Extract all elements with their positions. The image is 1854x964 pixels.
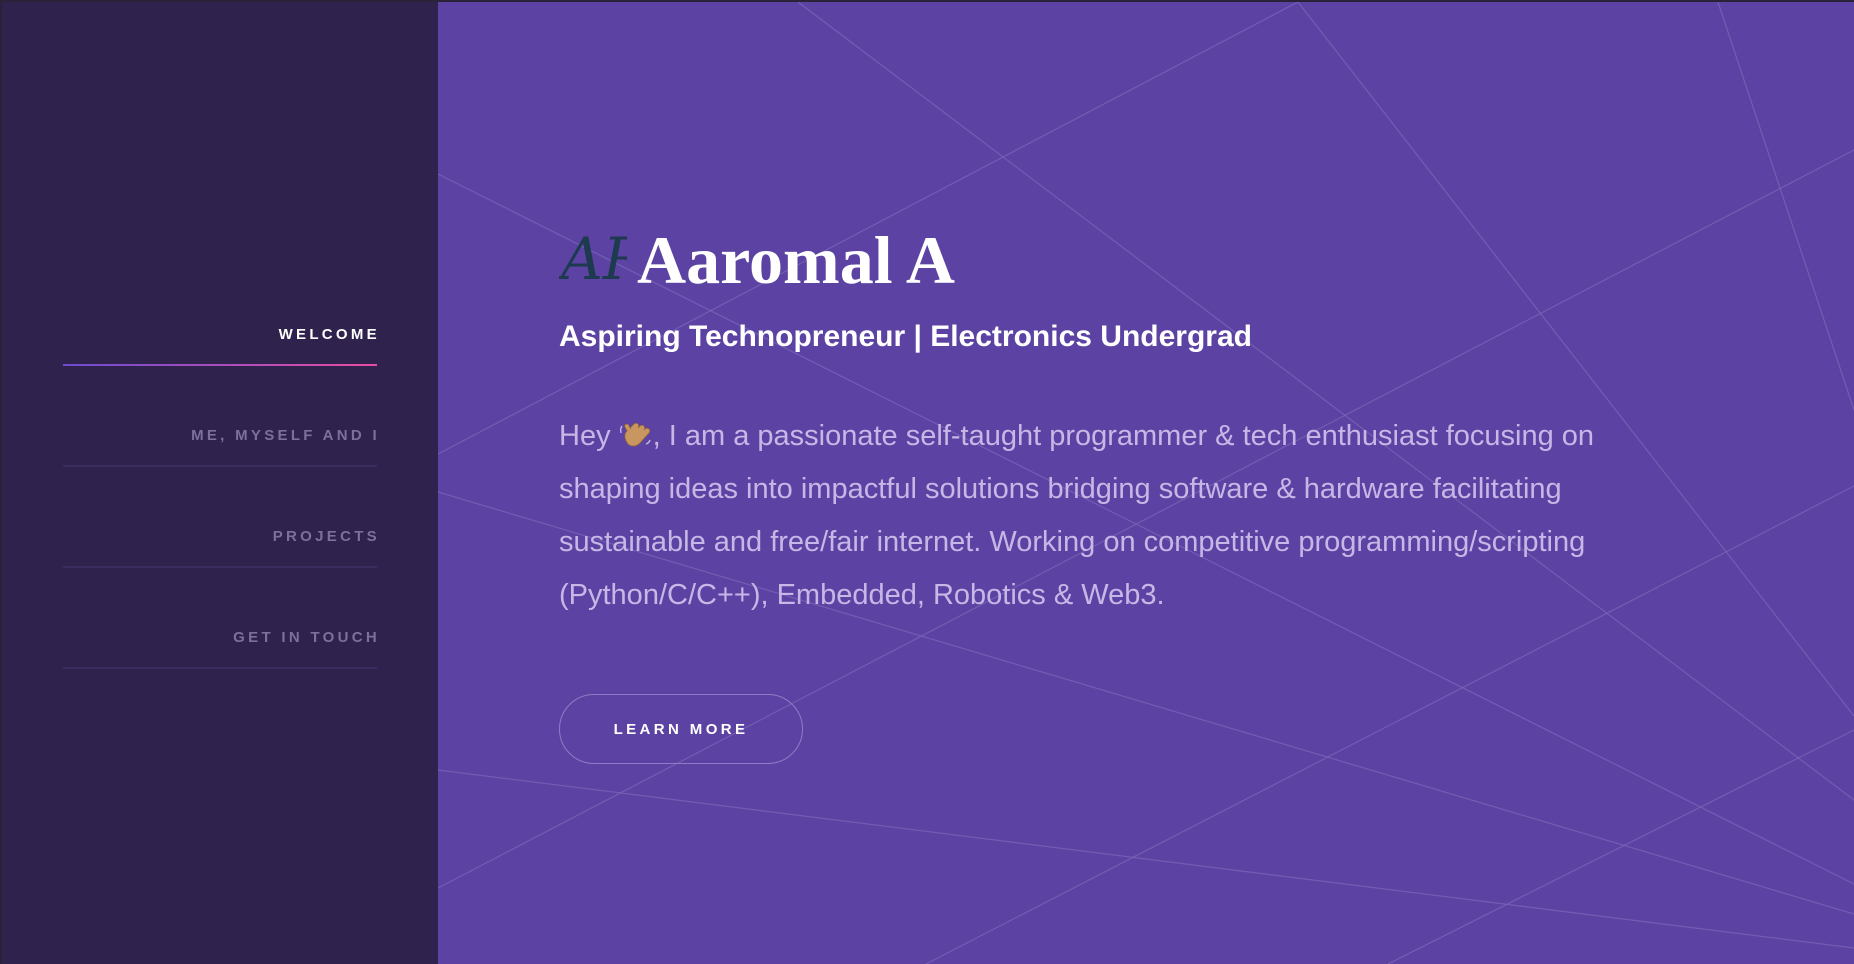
- title-row: AR Aaromal A: [559, 220, 1699, 300]
- sidebar-item-label: GET IN TOUCH: [233, 629, 380, 646]
- page-frame: WELCOME ME, MYSELF AND I PROJECTS GET IN…: [0, 0, 1854, 964]
- logo-text: AR: [559, 229, 627, 291]
- learn-more-button[interactable]: LEARN MORE: [559, 694, 803, 764]
- nav-underline: [63, 566, 377, 568]
- hero: AR Aaromal A Aspiring Technopreneur | El…: [559, 220, 1699, 622]
- intro-text-start: Hey: [559, 420, 619, 452]
- ar-monogram-icon: AR: [559, 229, 627, 291]
- page-title: Aaromal A: [637, 222, 955, 298]
- sidebar-item-label: WELCOME: [278, 326, 380, 343]
- nav-underline: [63, 465, 377, 467]
- tagline: Aspiring Technopreneur | Electronics Und…: [559, 320, 1252, 353]
- sidebar-item-projects[interactable]: PROJECTS: [63, 506, 377, 607]
- intro-text-rest: , I am a passionate self-taught programm…: [559, 420, 1595, 611]
- intro-paragraph: Hey , I am a passionate self-taught prog…: [559, 410, 1699, 622]
- welcome-section: AR Aaromal A Aspiring Technopreneur | El…: [438, 2, 1854, 964]
- sidebar-item-welcome[interactable]: WELCOME: [63, 304, 377, 405]
- sidebar-item-contact[interactable]: GET IN TOUCH: [63, 607, 377, 708]
- waving-hand-icon: [619, 422, 651, 447]
- sidebar: WELCOME ME, MYSELF AND I PROJECTS GET IN…: [2, 2, 438, 964]
- sidebar-item-label: ME, MYSELF AND I: [191, 427, 380, 444]
- sidebar-item-about[interactable]: ME, MYSELF AND I: [63, 405, 377, 506]
- nav-underline: [63, 667, 377, 669]
- sidebar-nav: WELCOME ME, MYSELF AND I PROJECTS GET IN…: [63, 304, 377, 708]
- sidebar-item-label: PROJECTS: [272, 528, 380, 545]
- nav-underline-active: [63, 364, 377, 366]
